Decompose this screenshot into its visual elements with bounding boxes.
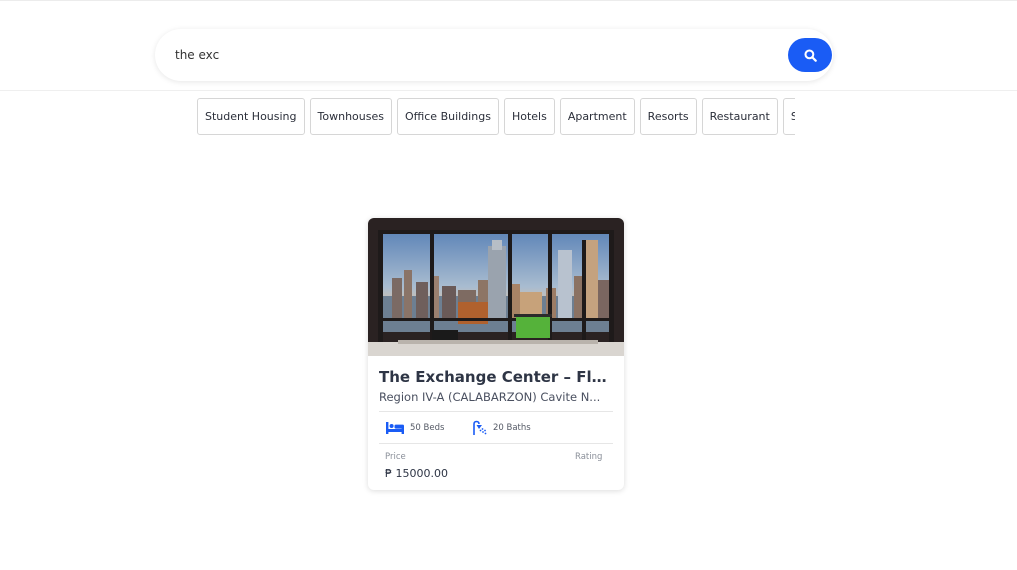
category-chip[interactable]: Resorts: [639, 98, 697, 135]
category-chip[interactable]: St: [782, 98, 795, 135]
rating-label: Rating: [575, 452, 603, 462]
category-chip[interactable]: Student Housing: [197, 98, 305, 135]
search-input[interactable]: [175, 29, 775, 81]
category-chip[interactable]: Restaurant: [701, 98, 778, 135]
search-button[interactable]: [788, 38, 832, 72]
category-chip[interactable]: Office Buildings: [396, 98, 499, 135]
listing-title[interactable]: The Exchange Center – Flexible Office Sp…: [379, 368, 615, 386]
divider: [379, 411, 613, 412]
price-label: Price: [385, 452, 406, 462]
listing-card[interactable]: The Exchange Center – Flexible Office Sp…: [368, 218, 624, 490]
shower-icon: [473, 420, 487, 435]
search-bar: [155, 29, 833, 81]
divider: [379, 443, 613, 444]
beds-info: 50 Beds: [385, 420, 444, 436]
search-icon: [803, 48, 817, 62]
baths-info: 20 Baths: [472, 420, 531, 436]
bed-icon: [386, 422, 404, 434]
category-filter-bar: Student Housing Townhouses Office Building…: [197, 98, 795, 135]
listing-location: Region IV-A (CALABARZON) Cavite N...: [379, 390, 601, 404]
beds-count: 50 Beds: [410, 423, 445, 433]
category-chip[interactable]: Townhouses: [309, 98, 392, 135]
category-chip[interactable]: Hotels: [503, 98, 555, 135]
baths-count: 20 Baths: [493, 423, 531, 433]
category-chip[interactable]: Apartment: [559, 98, 635, 135]
search-header: [0, 1, 1017, 91]
listing-photo: [368, 218, 624, 356]
price-value: ₱ 15000.00: [385, 467, 448, 480]
